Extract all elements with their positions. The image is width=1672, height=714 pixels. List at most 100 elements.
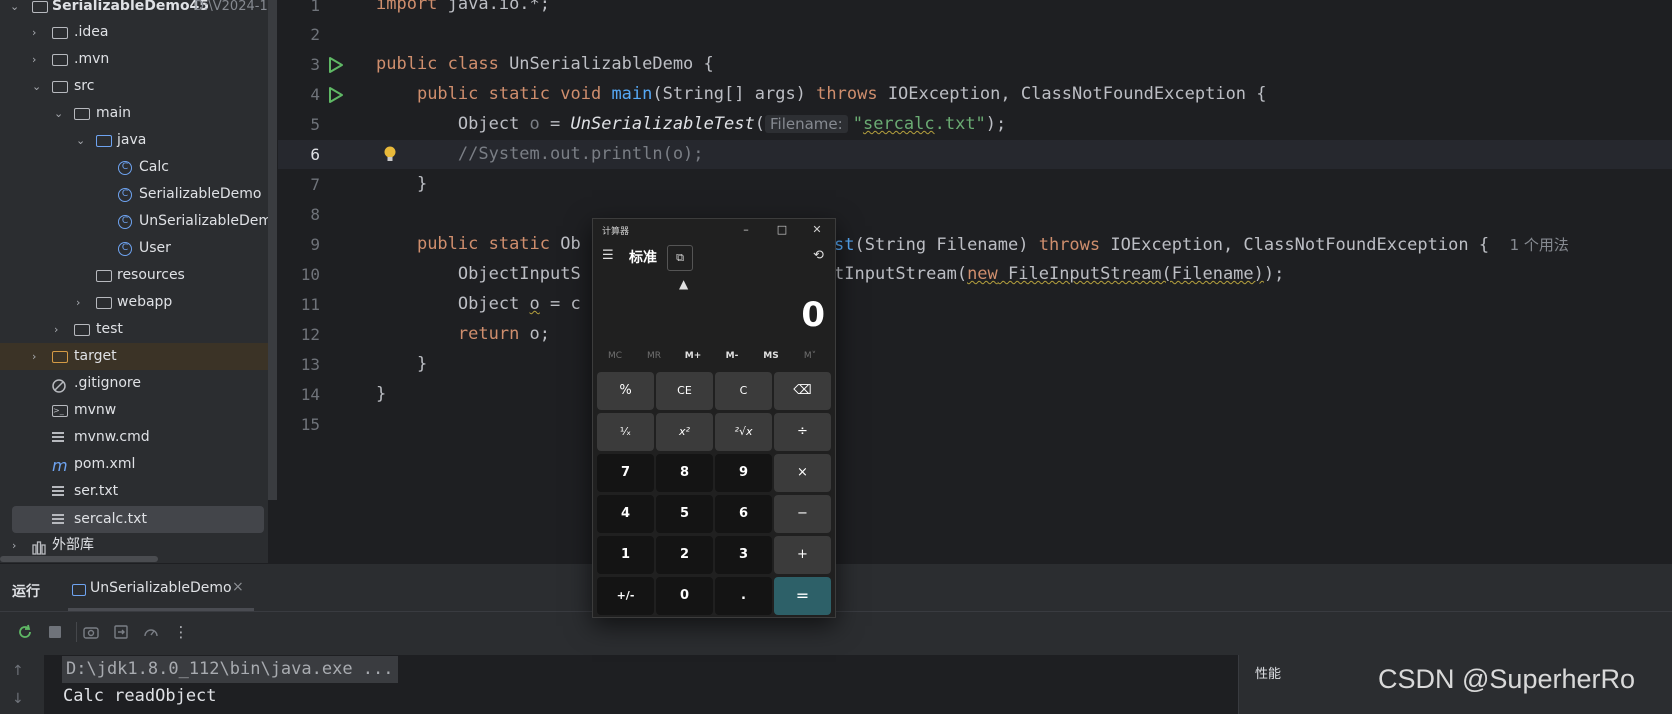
chevron-down-icon[interactable]: ⌄ [10, 0, 22, 20]
stop-icon[interactable] [46, 623, 64, 641]
run-panel-title: 运行 [12, 584, 40, 600]
tree-item-mvnw-cmd[interactable]: mvnw.cmd [0, 424, 268, 451]
run-class-icon[interactable] [327, 56, 343, 73]
tree-item-user[interactable]: C User [0, 235, 268, 262]
line-number: 4 [310, 85, 320, 104]
chevron-right-icon[interactable]: › [76, 289, 88, 316]
digit-1-key[interactable]: 1 [597, 536, 654, 574]
memory-subtract-button[interactable]: M- [715, 351, 749, 361]
usage-hint[interactable]: 1 个用法 [1510, 236, 1569, 254]
tree-item-webapp[interactable]: › webapp [0, 289, 268, 316]
console-command-text: D:\jdk1.8.0_112\bin\java.exe ... [66, 659, 394, 679]
folder-icon [52, 81, 68, 93]
tree-item-unserializabledemo[interactable]: C UnSerializableDemo [0, 208, 268, 235]
chevron-right-icon[interactable]: › [32, 343, 44, 370]
tree-item-main[interactable]: ⌄ main [0, 100, 268, 127]
decimal-key[interactable]: . [715, 577, 772, 615]
digit-3-key[interactable]: 3 [715, 536, 772, 574]
memory-recall-button[interactable]: MR [637, 351, 671, 361]
tree-item-external-libs[interactable]: › 外部库 [0, 532, 268, 559]
exit-icon[interactable] [112, 623, 130, 641]
memory-clear-button[interactable]: MC [598, 351, 632, 361]
gauge-icon[interactable] [142, 623, 160, 641]
add-key[interactable]: + [774, 536, 831, 574]
tree-item-idea[interactable]: › .idea [0, 19, 268, 46]
folder-icon [96, 297, 112, 309]
backspace-key[interactable]: ⌫ [774, 372, 831, 410]
chevron-down-icon[interactable]: ⌄ [54, 100, 66, 127]
maximize-icon[interactable]: □ [775, 223, 789, 237]
tree-item-pom[interactable]: m pom.xml [0, 451, 268, 478]
history-icon[interactable]: ⟲ [813, 248, 824, 263]
code-line-13: } [416, 354, 428, 374]
digit-6-key[interactable]: 6 [715, 495, 772, 533]
camera-icon[interactable] [82, 623, 100, 641]
tree-item-target[interactable]: › target [0, 343, 268, 370]
tree-item-calc[interactable]: C Calc [0, 154, 268, 181]
more-icon[interactable]: ⋮ [172, 623, 190, 641]
rerun-icon[interactable] [16, 623, 34, 641]
folder-icon [74, 108, 90, 120]
memory-store-button[interactable]: MS [754, 351, 788, 361]
minimize-icon[interactable]: – [739, 223, 753, 237]
digit-5-key[interactable]: 5 [656, 495, 713, 533]
tree-item-mvn[interactable]: › .mvn [0, 46, 268, 73]
tree-item-resources[interactable]: resources [0, 262, 268, 289]
digit-0-key[interactable]: 0 [656, 577, 713, 615]
square-key[interactable]: x² [656, 413, 713, 451]
tree-item-src[interactable]: ⌄ src [0, 73, 268, 100]
tree-item-sercalc-txt[interactable]: sercalc.txt [12, 506, 264, 533]
clear-key[interactable]: C [715, 372, 772, 410]
watermark: CSDN @SuperherRo [1378, 664, 1636, 694]
chevron-right-icon[interactable]: › [32, 19, 44, 46]
close-icon[interactable]: ✕ [810, 223, 824, 237]
class-icon: C [118, 161, 132, 175]
tree-root[interactable]: ⌄ SerializableDemo45 D:\V2024-11 [0, 0, 268, 20]
tree-item-serializabledemo[interactable]: C SerializableDemo [0, 181, 268, 208]
tree-item-gitignore[interactable]: .gitignore [0, 370, 268, 397]
tree-item-test[interactable]: › test [0, 316, 268, 343]
arrow-down-icon[interactable]: ↓ [12, 691, 24, 707]
console-line-output: Calc readObject [63, 686, 217, 706]
digit-9-key[interactable]: 9 [715, 454, 772, 492]
run-tab[interactable]: UnSerializableDemo × [68, 570, 254, 612]
calculator-titlebar[interactable]: 计算器 – □ ✕ [593, 219, 835, 241]
digit-4-key[interactable]: 4 [597, 495, 654, 533]
reciprocal-key[interactable]: ¹⁄ₓ [597, 413, 654, 451]
keep-on-top-icon[interactable]: ⧉ [667, 245, 693, 271]
line-number: 12 [300, 325, 320, 344]
multiply-key[interactable]: × [774, 454, 831, 492]
run-main-icon[interactable] [327, 86, 343, 103]
memory-list-button[interactable]: M˅ [793, 351, 827, 361]
equals-key[interactable]: = [774, 577, 831, 615]
tree-item-mvnw[interactable]: >_ mvnw [0, 397, 268, 424]
terminal-file-icon: >_ [52, 405, 68, 417]
excluded-folder-icon [52, 351, 68, 363]
percent-key[interactable]: % [597, 372, 654, 410]
tree-item-java[interactable]: ⌄ java [0, 127, 268, 154]
digit-2-key[interactable]: 2 [656, 536, 713, 574]
arrow-up-icon[interactable]: ↑ [12, 663, 24, 679]
chevron-right-icon[interactable]: › [32, 46, 44, 73]
chevron-down-icon[interactable]: ⌄ [32, 73, 44, 100]
tree-item-ser-txt[interactable]: ser.txt [0, 478, 268, 505]
menu-icon[interactable]: ☰ [602, 248, 614, 263]
divide-key[interactable]: ÷ [774, 413, 831, 451]
digit-8-key[interactable]: 8 [656, 454, 713, 492]
close-tab-icon[interactable]: × [232, 579, 244, 595]
clear-entry-key[interactable]: CE [656, 372, 713, 410]
digit-7-key[interactable]: 7 [597, 454, 654, 492]
code-line-5: Object o = UnSerializableTest(Filename: "… [457, 114, 1007, 134]
calculator-title: 计算器 [602, 227, 630, 237]
calculator-window[interactable]: 计算器 – □ ✕ ☰ 标准 ⧉ ⟲ ▲ 0 MC MR M+ M- MS M˅… [592, 218, 836, 618]
negate-key[interactable]: +/- [597, 577, 654, 615]
square-root-key[interactable]: ²√x [715, 413, 772, 451]
console-gutter: ↑ ↓ [0, 655, 44, 714]
chevron-right-icon[interactable]: › [54, 316, 66, 343]
memory-add-button[interactable]: M+ [676, 351, 710, 361]
chevron-down-icon[interactable]: ⌄ [76, 127, 88, 154]
tree-vertical-scrollbar[interactable] [268, 0, 277, 500]
horizontal-scrollbar[interactable] [0, 556, 158, 562]
chevron-right-icon[interactable]: › [12, 532, 24, 559]
subtract-key[interactable]: − [774, 495, 831, 533]
